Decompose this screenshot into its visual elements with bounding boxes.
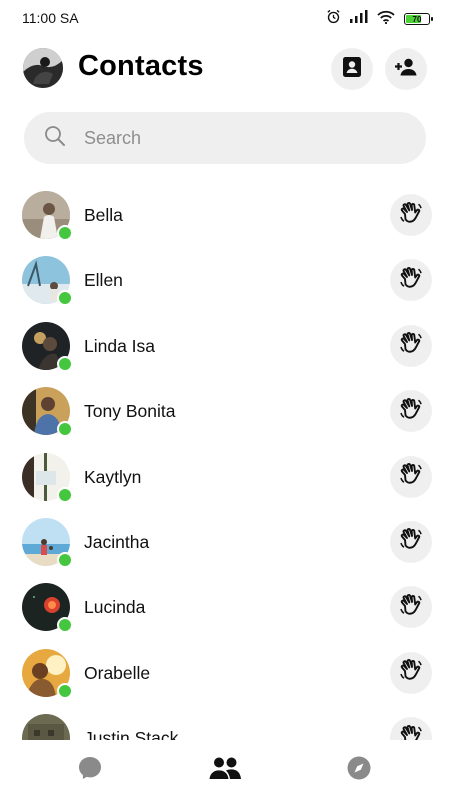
waving-hand-icon bbox=[399, 331, 423, 360]
waving-hand-icon bbox=[399, 266, 423, 295]
wave-button[interactable] bbox=[390, 520, 432, 563]
contact-name: Ellen bbox=[84, 270, 123, 291]
contact-name: Linda Isa bbox=[84, 335, 156, 356]
contact-name: Jacintha bbox=[84, 531, 150, 552]
contact-row[interactable]: Tony Bonita bbox=[0, 378, 450, 443]
discover-icon bbox=[346, 755, 372, 786]
battery-level: 70 bbox=[412, 14, 422, 24]
waving-hand-icon bbox=[399, 527, 423, 556]
profile-avatar[interactable] bbox=[23, 48, 63, 88]
contact-avatar bbox=[22, 714, 70, 740]
contact-list[interactable]: Bella Ellen Linda Isa Tony Bonita Kaytly… bbox=[0, 182, 450, 740]
contact-name: Orabelle bbox=[84, 662, 151, 683]
nav-people[interactable] bbox=[208, 756, 242, 784]
online-indicator bbox=[57, 290, 73, 307]
online-indicator bbox=[57, 617, 73, 634]
waving-hand-icon bbox=[399, 462, 423, 491]
online-indicator bbox=[57, 421, 73, 438]
status-bar: 11:00 SA 70 bbox=[0, 0, 450, 36]
header: Contacts bbox=[0, 42, 450, 96]
people-icon bbox=[209, 756, 241, 785]
add-contact-button[interactable] bbox=[385, 48, 427, 90]
wave-button[interactable] bbox=[390, 586, 432, 629]
nav-discover[interactable] bbox=[342, 756, 376, 784]
waving-hand-icon bbox=[399, 724, 423, 740]
contact-row[interactable]: Bella bbox=[0, 182, 450, 247]
contact-name: Lucinda bbox=[84, 597, 146, 618]
alarm-icon bbox=[326, 9, 341, 29]
contact-name: Justin Stack bbox=[84, 728, 179, 740]
battery-icon: 70 bbox=[404, 13, 433, 25]
wave-button[interactable] bbox=[390, 717, 432, 740]
online-indicator bbox=[57, 551, 73, 568]
contact-row[interactable]: Kaytlyn bbox=[0, 444, 450, 509]
wave-button[interactable] bbox=[390, 194, 432, 236]
contact-name: Tony Bonita bbox=[84, 401, 176, 422]
page-title: Contacts bbox=[78, 50, 204, 82]
wave-button[interactable] bbox=[390, 324, 432, 367]
online-indicator bbox=[57, 486, 73, 503]
waving-hand-icon bbox=[399, 397, 423, 426]
search-icon bbox=[44, 125, 66, 152]
status-time: 11:00 SA bbox=[22, 10, 79, 26]
contact-row[interactable]: Lucinda bbox=[0, 574, 450, 639]
contact-card-icon bbox=[342, 56, 362, 83]
waving-hand-icon bbox=[399, 593, 423, 622]
contact-row[interactable]: Jacintha bbox=[0, 509, 450, 574]
contact-name: Kaytlyn bbox=[84, 466, 142, 487]
online-indicator bbox=[57, 682, 73, 699]
wave-button[interactable] bbox=[390, 455, 432, 498]
online-indicator bbox=[57, 355, 73, 372]
wifi-icon bbox=[377, 10, 395, 29]
wave-button[interactable] bbox=[390, 390, 432, 433]
wave-button[interactable] bbox=[390, 651, 432, 694]
contacts-book-button[interactable] bbox=[331, 48, 373, 90]
waving-hand-icon bbox=[399, 201, 423, 230]
add-person-icon bbox=[394, 58, 418, 81]
contact-row[interactable]: Justin Stack bbox=[0, 705, 450, 740]
waving-hand-icon bbox=[399, 658, 423, 687]
contact-name: Bella bbox=[84, 205, 123, 225]
signal-icon bbox=[350, 10, 368, 28]
search-bar[interactable] bbox=[24, 112, 426, 164]
contact-row[interactable]: Ellen bbox=[0, 247, 450, 312]
contact-row[interactable]: Orabelle bbox=[0, 640, 450, 705]
contact-row[interactable]: Linda Isa bbox=[0, 313, 450, 378]
nav-chats[interactable] bbox=[73, 756, 107, 784]
status-icons: 70 bbox=[326, 9, 433, 29]
bottom-nav bbox=[0, 740, 450, 800]
chat-icon bbox=[77, 755, 103, 786]
wave-button[interactable] bbox=[390, 259, 432, 302]
search-input[interactable] bbox=[82, 126, 386, 150]
online-indicator bbox=[57, 225, 73, 241]
